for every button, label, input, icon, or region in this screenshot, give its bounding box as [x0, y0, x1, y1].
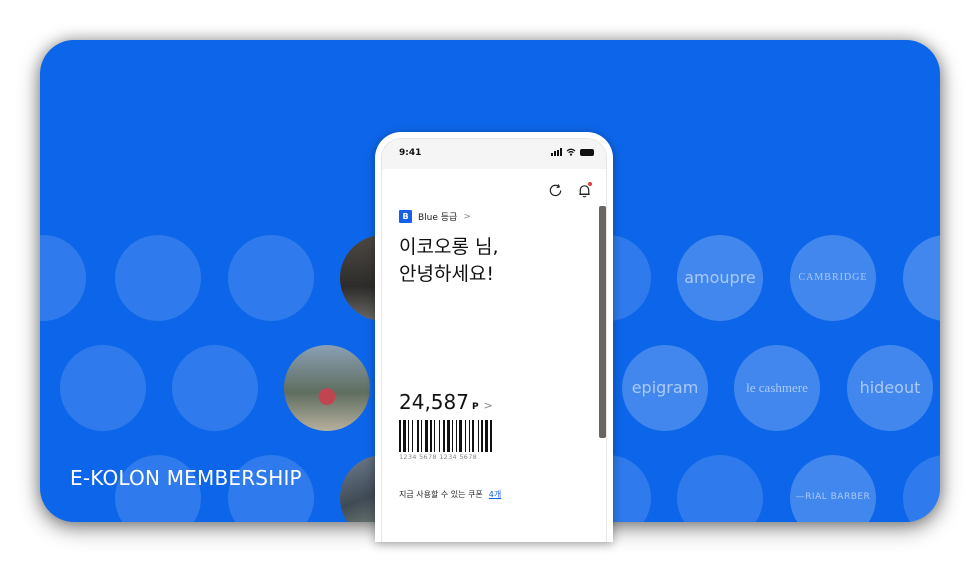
barcode-bar [447, 420, 450, 452]
brand-bubble [60, 345, 146, 431]
brand-bubble-epigram: epigram [622, 345, 708, 431]
barcode-bar [472, 420, 474, 452]
signal-icon [551, 148, 562, 156]
membership-grade[interactable]: B Blue 등급 > [399, 210, 471, 223]
barcode-bar [478, 420, 479, 452]
refresh-icon[interactable] [548, 183, 563, 198]
greeting-line1: 이코오롱 님, [399, 236, 499, 258]
barcode-bar [399, 420, 401, 452]
brand-bubble-rial-barber: —RIAL BARBER [790, 455, 876, 522]
coupon-row[interactable]: 지금 사용할 수 있는 쿠폰 4개 [399, 489, 501, 500]
points-summary[interactable]: 24,587 P > [399, 390, 493, 414]
grade-badge: B [399, 210, 412, 223]
brand-bubble [172, 345, 258, 431]
barcode-bar [490, 420, 492, 452]
brand-bubble-partial: V [903, 235, 940, 321]
barcode-bar [469, 420, 470, 452]
status-bar: 9:41 [382, 139, 606, 169]
barcode-bar [417, 420, 419, 452]
brand-bubble [40, 235, 86, 321]
status-time: 9:41 [399, 148, 422, 158]
brand-photo-bubble [284, 345, 370, 431]
barcode-bar [408, 420, 409, 452]
barcode-bar [421, 420, 422, 452]
barcode-bar [459, 420, 462, 452]
barcode-bar [439, 420, 440, 452]
barcode-bar [412, 420, 413, 452]
battery-icon [580, 148, 594, 156]
wifi-icon [566, 148, 576, 156]
barcode-bar [403, 420, 406, 452]
brand-bubble-le-cashmere: le cashmere [734, 345, 820, 431]
coupon-count[interactable]: 4개 [489, 489, 501, 500]
bell-button[interactable] [577, 182, 592, 198]
membership-barcode [399, 420, 492, 452]
phone-mockup: 9:41 B Blue 등급 > 이코오롱 님, 안녕하세요! 24,587 P… [375, 132, 613, 542]
points-unit: P [471, 402, 479, 412]
brand-bubble-cambridge: CAMBRIDGE [790, 235, 876, 321]
scrollbar[interactable] [599, 206, 606, 438]
greeting: 이코오롱 님, 안녕하세요! [399, 234, 498, 288]
chevron-right-icon: > [463, 211, 471, 222]
brand-bubble [228, 235, 314, 321]
points-value: 24,587 [399, 390, 469, 414]
phone-screen: 9:41 B Blue 등급 > 이코오롱 님, 안녕하세요! 24,587 P… [381, 138, 607, 542]
grade-label: Blue 등급 [418, 213, 458, 223]
chevron-right-icon: > [483, 399, 493, 412]
barcode-bar [485, 420, 488, 452]
barcode-number: 1234 5678 1234 5678 [399, 453, 478, 461]
barcode-bar [443, 420, 445, 452]
brand-bubble-hideout: hideout [847, 345, 933, 431]
header-actions [548, 182, 592, 198]
barcode-bar [434, 420, 435, 452]
barcode-bar [456, 420, 457, 452]
barcode-bar [481, 420, 483, 452]
brand-bubble-amoupre: amoupre [677, 235, 763, 321]
banner-title: E-KOLON MEMBERSHIP [70, 466, 302, 490]
status-icons [551, 148, 594, 156]
barcode-bar [425, 420, 428, 452]
barcode-bar [430, 420, 432, 452]
brand-bubble [677, 455, 763, 522]
brand-bubble [115, 235, 201, 321]
brand-bubble [903, 455, 940, 522]
barcode-bar [452, 420, 453, 452]
coupon-label: 지금 사용할 수 있는 쿠폰 [399, 490, 483, 499]
barcode-bar [465, 420, 466, 452]
notification-dot [588, 182, 592, 186]
greeting-line2: 안녕하세요! [399, 263, 495, 285]
